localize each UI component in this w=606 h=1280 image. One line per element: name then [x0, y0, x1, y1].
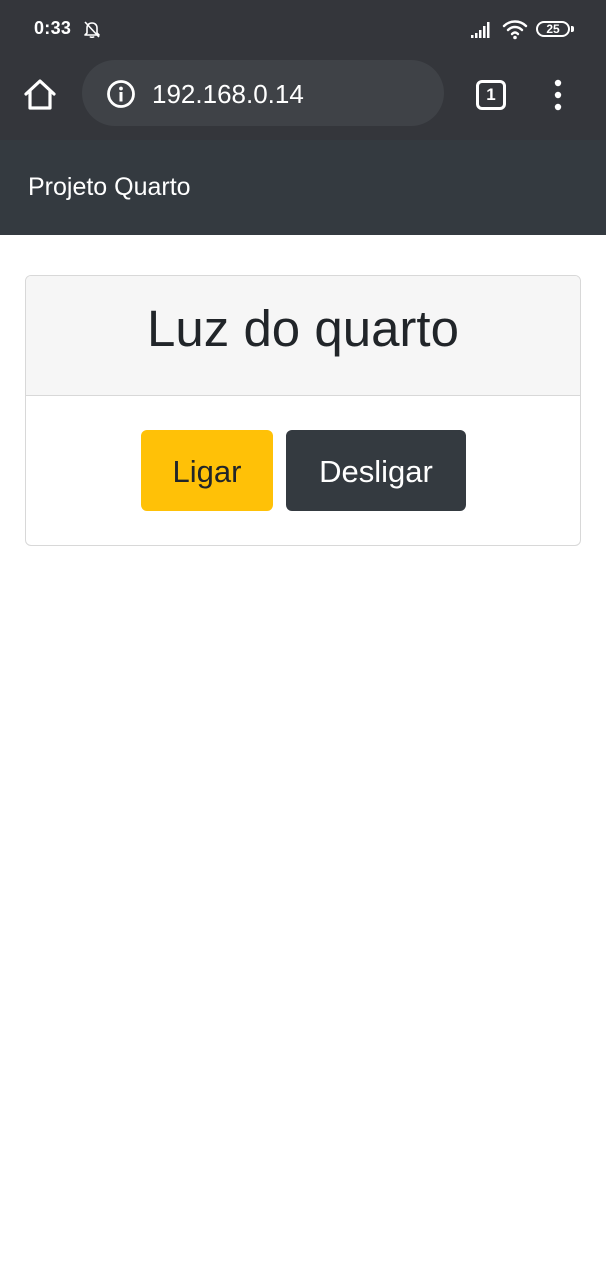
light-control-card: Luz do quarto Ligar Desligar	[25, 275, 581, 546]
url-bar[interactable]: 192.168.0.14	[82, 60, 444, 126]
battery-tip	[571, 26, 574, 32]
browser-toolbar: 192.168.0.14 1	[0, 60, 606, 140]
turn-off-button[interactable]: Desligar	[286, 430, 466, 511]
signal-icon	[471, 22, 490, 38]
info-icon[interactable]	[106, 79, 136, 109]
turn-on-button[interactable]: Ligar	[141, 430, 273, 511]
home-icon[interactable]	[22, 77, 58, 113]
card-title: Luz do quarto	[147, 300, 459, 357]
tab-switcher-icon[interactable]: 1	[476, 80, 506, 110]
navbar: Projeto Quarto	[0, 140, 606, 235]
menu-icon[interactable]	[546, 78, 570, 112]
battery-icon: 25	[536, 21, 570, 37]
status-bar: 0:33 25	[0, 0, 606, 60]
bell-off-icon	[84, 21, 100, 39]
navbar-brand[interactable]: Projeto Quarto	[28, 172, 191, 202]
url-text[interactable]: 192.168.0.14	[152, 79, 304, 109]
wifi-icon	[502, 20, 528, 40]
card-header: Luz do quarto	[26, 276, 580, 396]
status-time: 0:33	[34, 18, 72, 38]
